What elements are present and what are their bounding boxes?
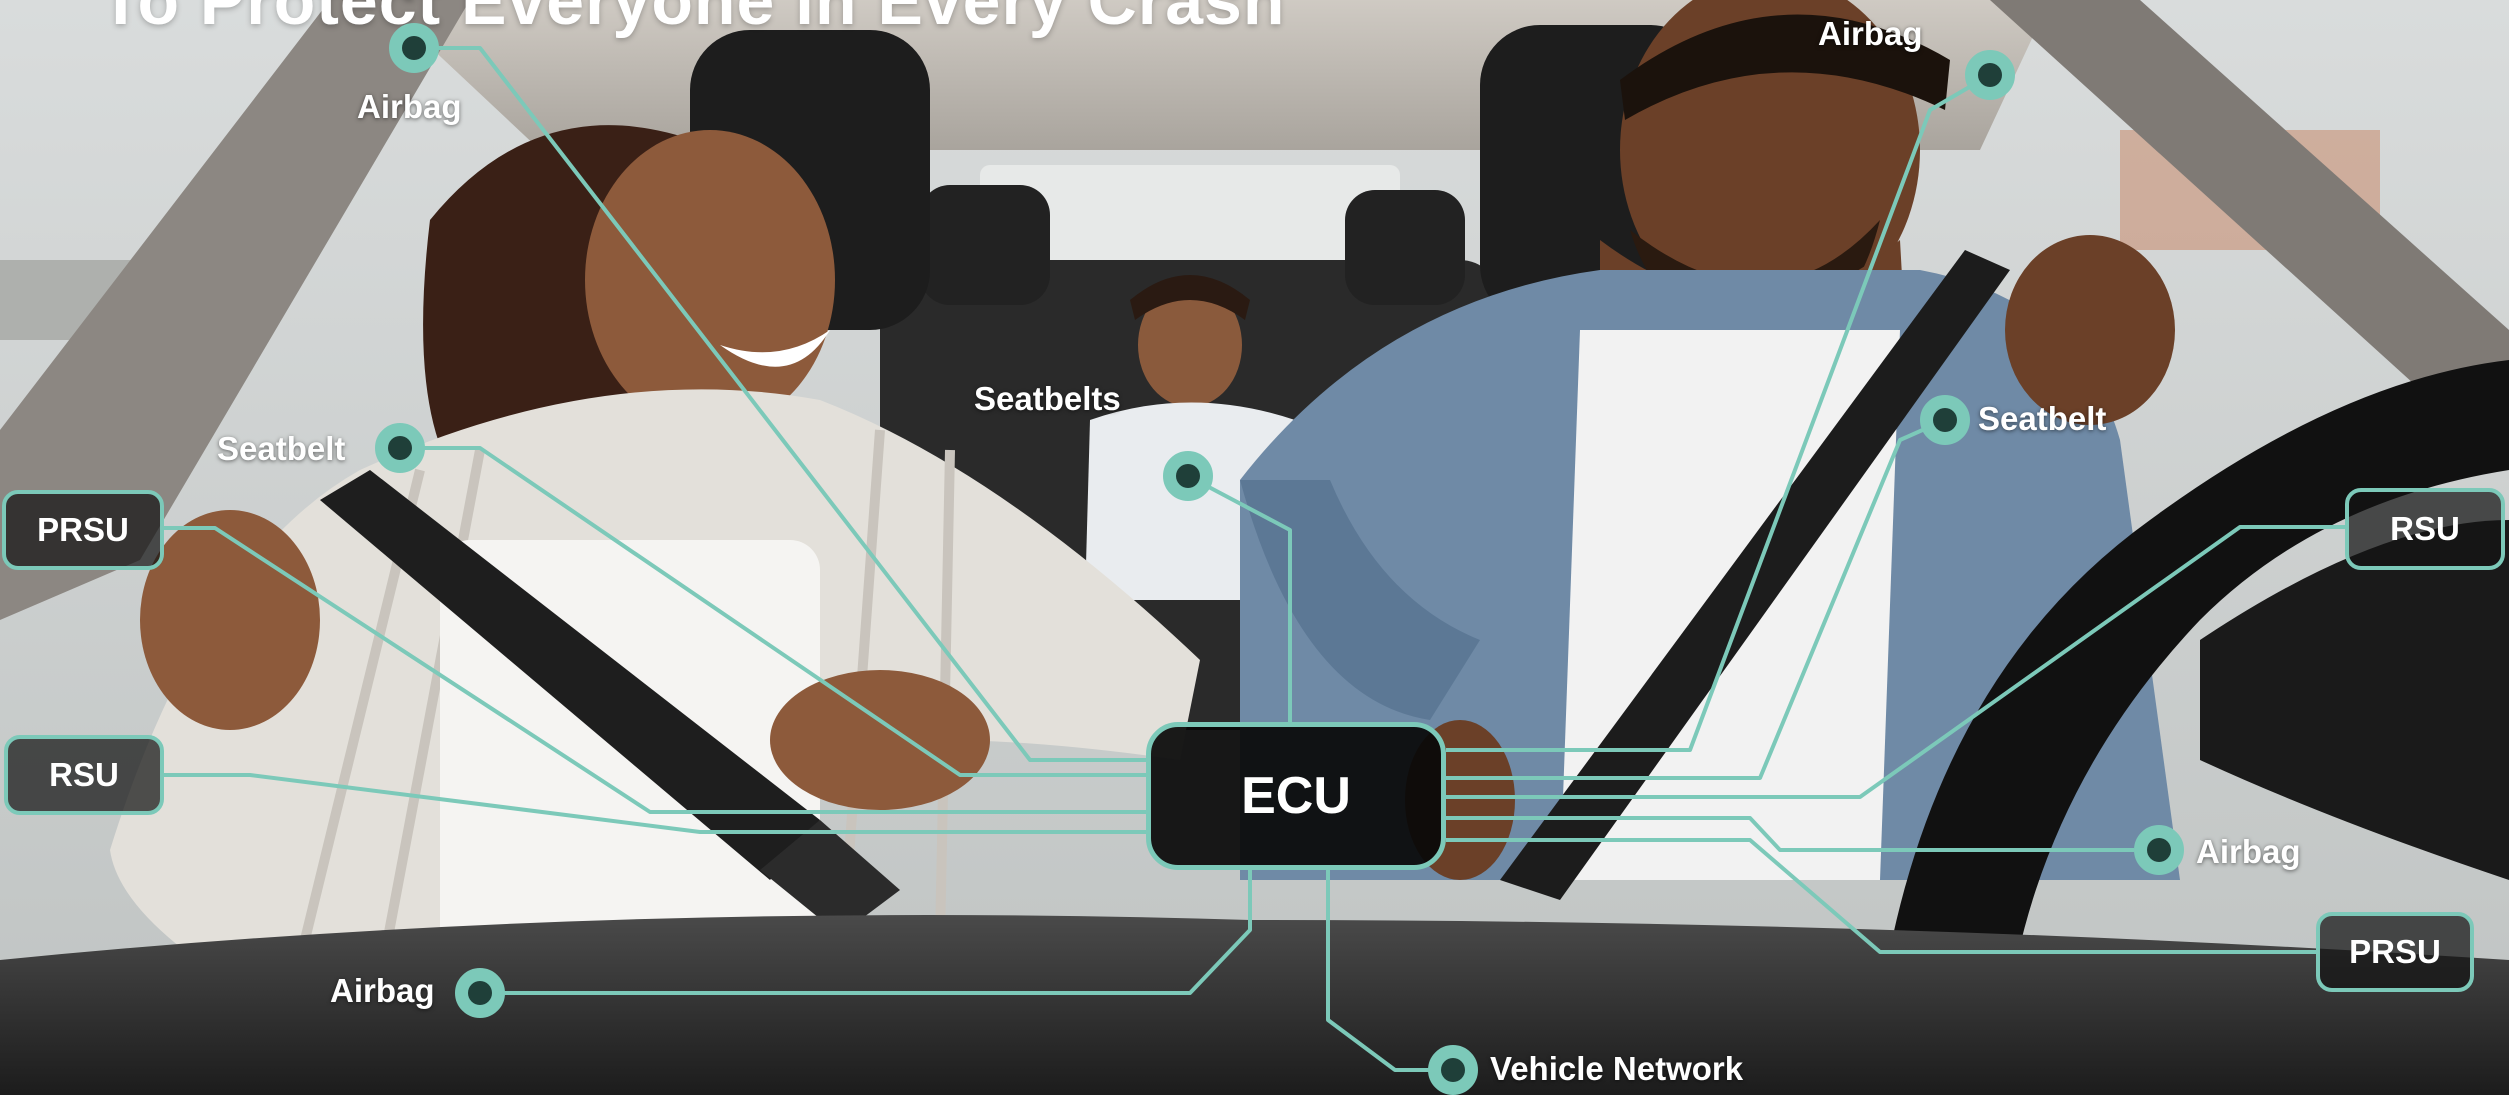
airbag-right-label: Airbag [2196, 833, 2301, 870]
airbag-top-right-node [1965, 50, 2015, 100]
line-airbag-top-right [1446, 73, 1992, 752]
seatbelts-rear-node [1163, 451, 1213, 501]
rsu-right-box: RSU [2345, 488, 2505, 570]
line-airbag-right [1446, 816, 2134, 852]
line-prsu-left [162, 526, 1146, 814]
line-airbag-bottom-left [480, 870, 1252, 995]
seatbelt-right-label: Seatbelt [1978, 400, 2107, 437]
connection-lines [162, 46, 2345, 1072]
rsu-left-box: RSU [4, 735, 164, 815]
line-prsu-right [1446, 838, 2316, 954]
prsu-right-box: PRSU [2316, 912, 2474, 992]
line-rsu-right [1446, 525, 2345, 799]
vehicle-network-node [1428, 1045, 1478, 1095]
seatbelt-right-node [1920, 395, 1970, 445]
seatbelt-left-node [375, 423, 425, 473]
seatbelt-left-label: Seatbelt [217, 430, 346, 467]
airbag-bottom-left-label: Airbag [330, 972, 435, 1009]
prsu-left-box: PRSU [2, 490, 164, 570]
line-seatbelts-rear [1187, 474, 1292, 722]
ecu-hub: ECU [1146, 722, 1446, 870]
airbag-bottom-left-node [455, 968, 505, 1018]
airbag-top-left-label: Airbag [357, 88, 462, 125]
line-seatbelt-right [1446, 418, 1946, 780]
line-vehicle-network [1326, 870, 1450, 1072]
line-rsu-left [162, 773, 1146, 834]
line-seatbelt-left [400, 446, 1146, 777]
vehicle-network-label: Vehicle Network [1490, 1050, 1744, 1087]
airbag-top-left-node [389, 23, 439, 73]
seatbelts-rear-label: Seatbelts [974, 380, 1121, 417]
airbag-right-node [2134, 825, 2184, 875]
airbag-top-right-label: Airbag [1818, 15, 1923, 52]
headline: To Protect Everyone in Every Crash [100, 0, 1286, 39]
